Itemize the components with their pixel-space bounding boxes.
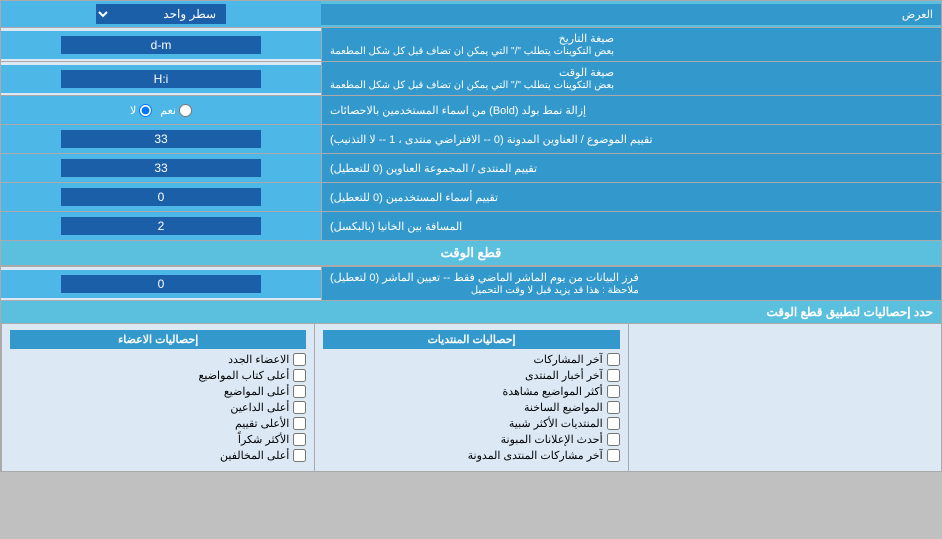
time-format-row: صيغة الوقت بعض التكوينات يتطلب "/" التي … [1, 62, 941, 96]
checkbox-members-2[interactable]: أعلى كتاب المواضيع [10, 369, 306, 382]
date-format-input-area [1, 31, 321, 59]
spacing-row: المسافة بين الخانيا (بالبكسل) [1, 212, 941, 241]
checkbox-posts-5[interactable]: المنتديات الأكثر شبية [323, 417, 619, 430]
checkbox-posts-7-input[interactable] [607, 449, 620, 462]
sort-topics-input[interactable] [61, 130, 261, 148]
cutoff-title: قطع الوقت [1, 241, 941, 266]
checkbox-posts-1-input[interactable] [607, 353, 620, 366]
checkbox-members-6[interactable]: الأكثر شكراً [10, 433, 306, 446]
checkbox-posts-2-input[interactable] [607, 369, 620, 382]
checkbox-members-5-label: الأعلى تقييم [235, 417, 289, 430]
display-row: العرض سطر واحد سطرين ثلاثة أسطر [1, 1, 941, 28]
sort-topics-label: تقييم الموضوع / العناوين المدونة (0 -- ا… [321, 125, 941, 153]
time-format-input-area [1, 65, 321, 93]
bold-remove-label: إزالة نمط بولد (Bold) من اسماء المستخدمي… [321, 96, 941, 124]
checkbox-posts-4-label: المواضيع الساخنة [524, 401, 603, 414]
checkbox-members-1-input[interactable] [293, 353, 306, 366]
spacing-label: المسافة بين الخانيا (بالبكسل) [321, 212, 941, 240]
checkbox-members-6-input[interactable] [293, 433, 306, 446]
sort-users-input[interactable] [61, 188, 261, 206]
checkbox-members-3-label: أعلى المواضيع [224, 385, 290, 398]
stats-posts-col: إحصاليات المنتديات آخر المشاركات آخر أخب… [314, 324, 627, 471]
sort-users-row: تقييم أسماء المستخدمين (0 للتعطيل) [1, 183, 941, 212]
spacing-input[interactable] [61, 217, 261, 235]
date-format-row: صيغة التاريخ بعض التكوينات يتطلب "/" الت… [1, 28, 941, 62]
radio-yes[interactable] [179, 104, 192, 117]
radio-yes-label[interactable]: نعم [160, 104, 192, 117]
bold-remove-row: إزالة نمط بولد (Bold) من اسماء المستخدمي… [1, 96, 941, 125]
date-format-label: صيغة التاريخ بعض التكوينات يتطلب "/" الت… [321, 28, 941, 61]
cutoff-section-header: قطع الوقت [1, 241, 941, 267]
checkbox-members-1-label: الاعضاء الجدد [228, 353, 289, 366]
checkbox-members-5-input[interactable] [293, 417, 306, 430]
checkbox-members-4[interactable]: أعلى الداعين [10, 401, 306, 414]
sort-forum-input-area [1, 154, 321, 182]
checkbox-posts-2-label: آخر أخبار المنتدى [525, 369, 603, 382]
radio-no-label[interactable]: لا [130, 104, 152, 117]
checkbox-posts-1-label: آخر المشاركات [534, 353, 603, 366]
checkbox-posts-4[interactable]: المواضيع الساخنة [323, 401, 619, 414]
checkbox-members-1[interactable]: الاعضاء الجدد [10, 353, 306, 366]
sort-users-input-area [1, 183, 321, 211]
cutoff-label: فرز البيانات من يوم الماشر الماضي فقط --… [321, 267, 941, 300]
main-container: العرض سطر واحد سطرين ثلاثة أسطر صيغة الت… [0, 0, 942, 472]
bold-remove-radio-area: نعم لا [1, 96, 321, 124]
checkbox-posts-6-input[interactable] [607, 433, 620, 446]
sort-forum-label: تقييم المنتدى / المجموعة العناوين (0 للت… [321, 154, 941, 182]
display-select[interactable]: سطر واحد سطرين ثلاثة أسطر [96, 4, 226, 24]
checkbox-posts-2[interactable]: آخر أخبار المنتدى [323, 369, 619, 382]
time-format-label: صيغة الوقت بعض التكوينات يتطلب "/" التي … [321, 62, 941, 95]
checkbox-members-7[interactable]: أعلى المخالفين [10, 449, 306, 462]
display-label: العرض [321, 4, 941, 25]
checkbox-posts-3-label: أكثر المواضيع مشاهدة [502, 385, 602, 398]
spacing-input-area [1, 212, 321, 240]
cutoff-input-area [1, 270, 321, 298]
checkbox-members-7-input[interactable] [293, 449, 306, 462]
checkbox-members-3-input[interactable] [293, 385, 306, 398]
checkbox-posts-5-label: المنتديات الأكثر شبية [509, 417, 603, 430]
cutoff-row: فرز البيانات من يوم الماشر الماضي فقط --… [1, 267, 941, 301]
time-format-input[interactable] [61, 70, 261, 88]
checkbox-posts-3[interactable]: أكثر المواضيع مشاهدة [323, 385, 619, 398]
checkbox-members-3[interactable]: أعلى المواضيع [10, 385, 306, 398]
checkbox-posts-3-input[interactable] [607, 385, 620, 398]
checkbox-posts-7[interactable]: آخر مشاركات المنتدى المدونة [323, 449, 619, 462]
checkbox-members-7-label: أعلى المخالفين [220, 449, 289, 462]
checkbox-members-2-input[interactable] [293, 369, 306, 382]
checkbox-posts-5-input[interactable] [607, 417, 620, 430]
checkbox-posts-6-label: أحدث الإعلانات المبونة [501, 433, 603, 446]
sort-topics-input-area [1, 125, 321, 153]
sort-forum-row: تقييم المنتدى / المجموعة العناوين (0 للت… [1, 154, 941, 183]
checkbox-posts-7-label: آخر مشاركات المنتدى المدونة [468, 449, 603, 462]
checkbox-members-6-label: الأكثر شكراً [238, 433, 289, 446]
radio-no[interactable] [139, 104, 152, 117]
checkbox-members-4-label: أعلى الداعين [230, 401, 289, 414]
checkbox-members-4-input[interactable] [293, 401, 306, 414]
checkbox-posts-1[interactable]: آخر المشاركات [323, 353, 619, 366]
stats-blank-col [628, 324, 941, 471]
stats-members-col: إحصاليات الاعضاء الاعضاء الجدد أعلى كتاب… [1, 324, 314, 471]
date-format-input[interactable] [61, 36, 261, 54]
sort-forum-input[interactable] [61, 159, 261, 177]
sort-topics-row: تقييم الموضوع / العناوين المدونة (0 -- ا… [1, 125, 941, 154]
checkbox-members-2-label: أعلى كتاب المواضيع [199, 369, 290, 382]
checkbox-members-5[interactable]: الأعلى تقييم [10, 417, 306, 430]
checkbox-posts-4-input[interactable] [607, 401, 620, 414]
checkbox-posts-6[interactable]: أحدث الإعلانات المبونة [323, 433, 619, 446]
sort-users-label: تقييم أسماء المستخدمين (0 للتعطيل) [321, 183, 941, 211]
stats-posts-header: إحصاليات المنتديات [323, 330, 619, 349]
stats-grid: إحصاليات المنتديات آخر المشاركات آخر أخب… [1, 324, 941, 471]
stats-members-header: إحصاليات الاعضاء [10, 330, 306, 349]
display-select-area: سطر واحد سطرين ثلاثة أسطر [1, 1, 321, 27]
stats-header: حدد إحصاليات لتطبيق قطع الوقت [1, 301, 941, 324]
cutoff-input[interactable] [61, 275, 261, 293]
